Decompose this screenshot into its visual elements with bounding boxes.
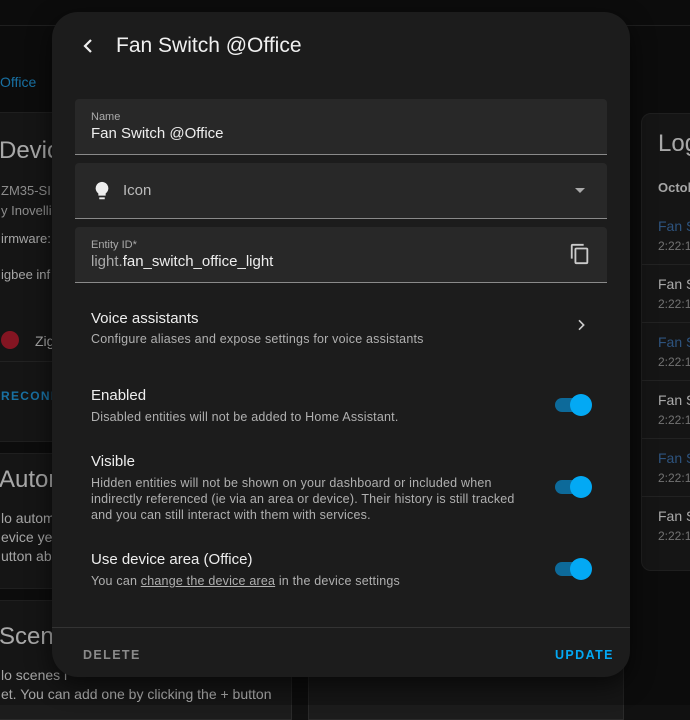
name-field[interactable]: Name Fan Switch @Office bbox=[75, 99, 607, 155]
visible-description: Hidden entities will not be shown on you… bbox=[91, 476, 515, 522]
name-field-label: Name bbox=[91, 111, 121, 123]
enabled-description: Disabled entities will not be added to H… bbox=[91, 410, 399, 424]
change-device-area-link[interactable]: change the device area bbox=[141, 574, 275, 588]
back-icon[interactable] bbox=[76, 34, 100, 58]
icon-picker[interactable]: Icon bbox=[75, 163, 607, 219]
voice-assistants-title: Voice assistants bbox=[91, 310, 199, 327]
update-button[interactable]: UPDATE bbox=[555, 648, 614, 662]
icon-picker-placeholder: Icon bbox=[123, 182, 152, 199]
voice-assistants-row[interactable]: Voice assistants Configure aliases and e… bbox=[75, 297, 607, 355]
entity-id-field[interactable]: Entity ID* light.fan_switch_office_light bbox=[75, 227, 607, 283]
enabled-title: Enabled bbox=[91, 387, 147, 404]
dialog-footer: DELETE UPDATE bbox=[52, 627, 630, 677]
copy-icon[interactable] bbox=[569, 243, 591, 265]
dropdown-arrow-icon[interactable] bbox=[573, 185, 587, 195]
name-field-value[interactable]: Fan Switch @Office bbox=[91, 125, 224, 142]
entity-id-label: Entity ID* bbox=[91, 239, 137, 251]
use-device-area-text: in the device settings bbox=[275, 574, 400, 588]
enabled-toggle[interactable] bbox=[555, 393, 592, 416]
visible-toggle[interactable] bbox=[555, 475, 592, 498]
use-device-area-toggle[interactable] bbox=[555, 557, 592, 580]
entity-settings-dialog: Fan Switch @Office Name Fan Switch @Offi… bbox=[52, 12, 630, 677]
entity-id-value[interactable]: fan_switch_office_light bbox=[123, 253, 274, 270]
use-device-area-title: Use device area (Office) bbox=[91, 551, 253, 568]
chevron-right-icon bbox=[578, 319, 585, 331]
visible-title: Visible bbox=[91, 453, 135, 470]
lightbulb-icon bbox=[95, 181, 109, 200]
voice-assistants-description: Configure aliases and expose settings fo… bbox=[91, 332, 424, 346]
entity-id-prefix: light. bbox=[91, 253, 123, 270]
delete-button[interactable]: DELETE bbox=[83, 648, 141, 662]
use-device-area-text: You can bbox=[91, 574, 141, 588]
dialog-title: Fan Switch @Office bbox=[116, 34, 302, 57]
